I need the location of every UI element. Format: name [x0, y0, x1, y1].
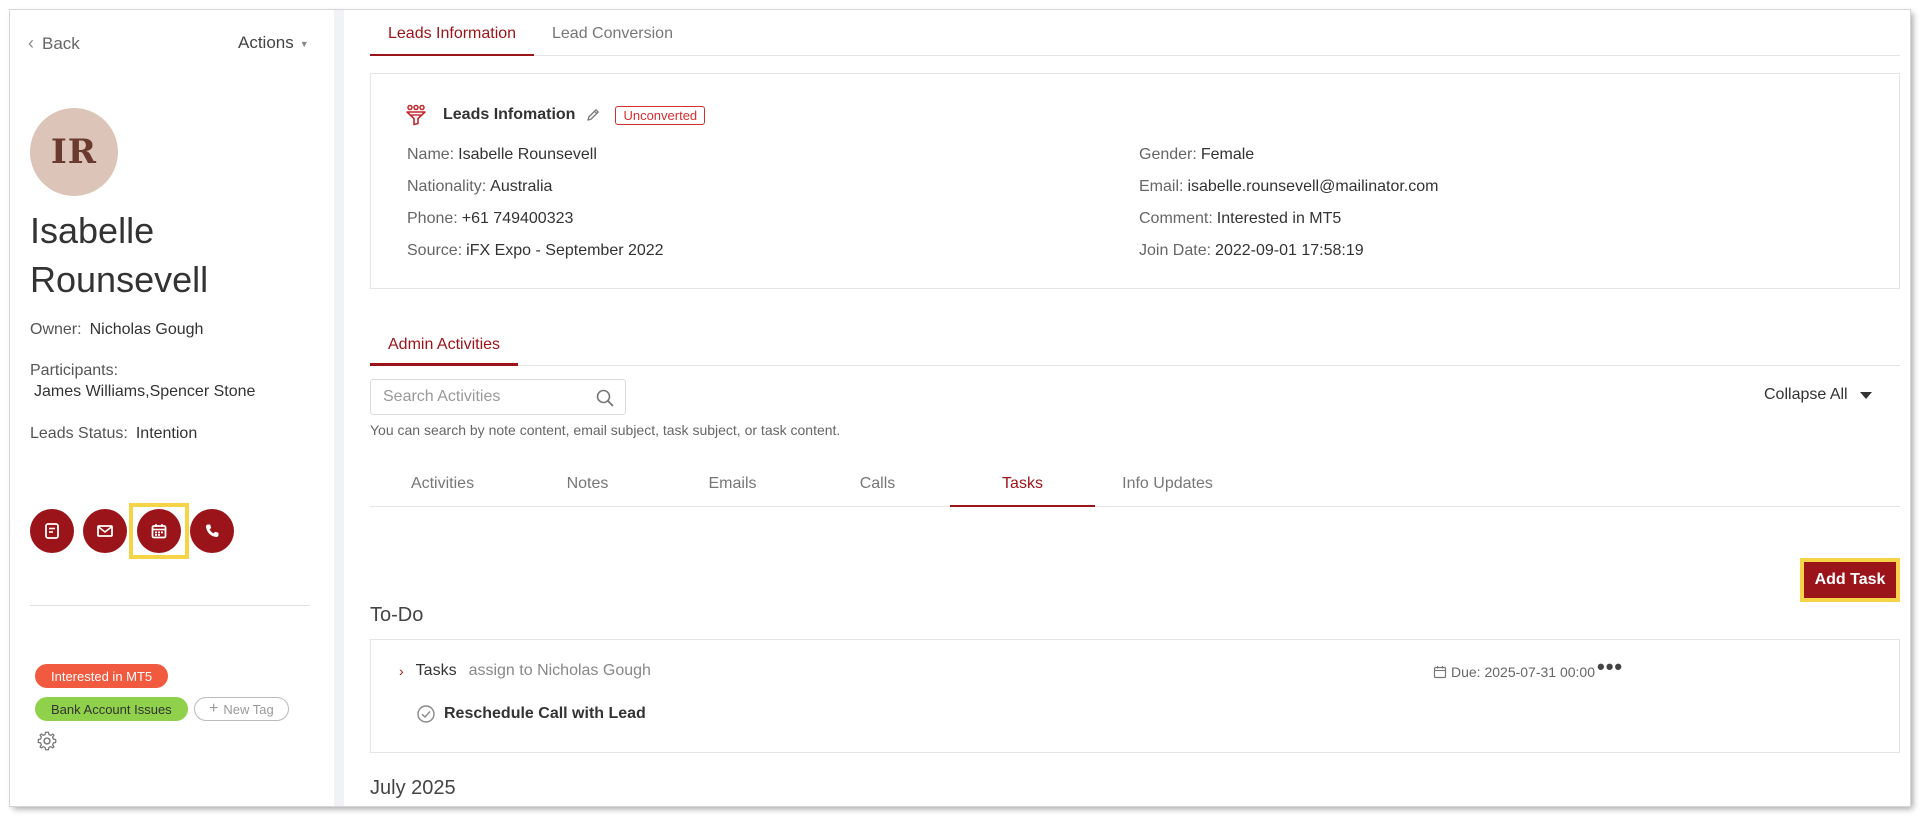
field-join-date-label: Join Date: [1139, 242, 1212, 259]
tab-leads-information[interactable]: Leads Information [370, 25, 535, 56]
check-circle-icon[interactable] [416, 704, 436, 724]
field-join-date-value: 2022-09-01 17:58:19 [1215, 242, 1364, 259]
plus-icon: + [209, 700, 219, 717]
task-due-text: Due: 2025-07-31 00:00 [1451, 664, 1595, 680]
field-join-date: Join Date: 2022-09-01 17:58:19 [1139, 242, 1364, 260]
actions-dropdown[interactable]: Actions ▼ [238, 33, 309, 53]
tab-tasks[interactable]: Tasks [950, 462, 1095, 507]
phone-icon [205, 524, 219, 538]
status-value: Intention [135, 425, 198, 442]
field-gender: Gender: Female [1139, 146, 1254, 164]
field-gender-value: Female [1200, 146, 1255, 163]
field-nationality-value: Australia [490, 178, 553, 195]
task-card: › Tasks assign to Nicholas Gough Due: 20… [370, 639, 1900, 753]
month-section-title: July 2025 [370, 777, 456, 799]
field-email-value: isabelle.rounsevell@mailinator.com [1187, 178, 1439, 195]
actions-label: Actions [238, 33, 294, 52]
top-tabbar: Leads Information Lead Conversion [370, 10, 1900, 56]
activity-tabbar: Activities Notes Emails Calls Tasks Info… [370, 462, 1900, 507]
field-phone: Phone: +61 749400323 [407, 210, 573, 228]
email-icon [97, 525, 113, 537]
task-header: › Tasks assign to Nicholas Gough [399, 662, 651, 680]
field-source-value: iFX Expo - September 2022 [466, 242, 664, 259]
search-input[interactable] [371, 388, 581, 406]
lead-funnel-icon [406, 104, 426, 126]
task-assignee: assign to Nicholas Gough [468, 662, 651, 679]
tab-info-updates[interactable]: Info Updates [1095, 462, 1240, 507]
add-task-highlight: Add Task [1800, 558, 1900, 602]
tab-lead-conversion[interactable]: Lead Conversion [534, 25, 691, 56]
collapse-all-label: Collapse All [1764, 386, 1848, 403]
field-gender-label: Gender: [1139, 146, 1197, 163]
search-icon[interactable] [595, 388, 615, 408]
field-phone-label: Phone: [407, 210, 458, 227]
chevron-left-icon: ‹ [28, 33, 34, 53]
field-source: Source: iFX Expo - September 2022 [407, 242, 664, 260]
more-options-button[interactable]: ••• [1597, 654, 1623, 680]
new-tag-button[interactable]: + New Tag [194, 697, 289, 721]
back-label: Back [42, 33, 80, 53]
field-nationality-label: Nationality: [407, 178, 487, 195]
field-phone-value: +61 749400323 [461, 210, 574, 227]
field-name-label: Name: [407, 146, 455, 163]
chevron-right-icon[interactable]: › [399, 663, 404, 679]
add-task-button[interactable]: Add Task [1804, 562, 1896, 598]
tab-calls[interactable]: Calls [805, 462, 950, 507]
gear-icon[interactable] [36, 730, 58, 752]
task-due: Due: 2025-07-31 00:00 [1433, 664, 1595, 680]
collapse-all-dropdown[interactable]: Collapse All [1764, 386, 1872, 404]
log-call-button[interactable] [190, 509, 234, 553]
search-hint: You can search by note content, email su… [370, 422, 841, 438]
field-name: Name: Isabelle Rounsevell [407, 146, 597, 164]
info-card-title: Leads Infomation [443, 106, 576, 123]
task-type: Tasks [415, 662, 457, 679]
field-nationality: Nationality: Australia [407, 178, 552, 196]
status-badge: Unconverted [615, 105, 706, 125]
field-comment-label: Comment: [1139, 210, 1213, 227]
new-tag-label: New Tag [223, 701, 274, 717]
owner-label: Owner: [30, 321, 82, 338]
caret-down-icon: ▼ [299, 39, 309, 49]
field-comment: Comment: Interested in MT5 [1139, 210, 1341, 228]
info-card-header: Leads Infomation Unconverted [405, 104, 706, 126]
tab-admin-activities[interactable]: Admin Activities [370, 328, 519, 366]
tab-notes[interactable]: Notes [515, 462, 660, 507]
tag-bank-account-issues[interactable]: Bank Account Issues [35, 697, 188, 721]
send-email-button[interactable] [83, 509, 127, 553]
participants-value: James Williams,Spencer Stone [34, 383, 256, 400]
lead-sidebar: ‹ Back Actions ▼ IR Isabelle Rounsevell … [10, 10, 334, 806]
admin-tabbar: Admin Activities [370, 328, 1900, 366]
task-title: Reschedule Call with Lead [444, 705, 646, 722]
leads-info-card: Leads Infomation Unconverted Name: Isabel… [370, 73, 1900, 289]
field-name-value: Isabelle Rounsevell [458, 146, 597, 163]
sidebar-divider [30, 605, 310, 606]
search-activities-box[interactable] [370, 379, 626, 415]
sidebar-separator [334, 10, 344, 806]
calendar-highlight [129, 503, 189, 559]
field-comment-value: Interested in MT5 [1216, 210, 1342, 227]
note-icon [45, 523, 59, 539]
back-link[interactable]: ‹ Back [28, 33, 80, 54]
app-window: ‹ Back Actions ▼ IR Isabelle Rounsevell … [10, 10, 1910, 806]
calendar-icon [1433, 666, 1447, 679]
owner-value: Nicholas Gough [89, 321, 204, 338]
avatar: IR [30, 108, 118, 196]
field-email-label: Email: [1139, 178, 1184, 195]
add-note-button[interactable] [30, 509, 74, 553]
caret-down-icon [1859, 391, 1872, 399]
tab-emails[interactable]: Emails [660, 462, 805, 507]
tag-interested-mt5[interactable]: Interested in MT5 [35, 664, 169, 688]
lead-name: Isabelle Rounsevell [30, 210, 209, 300]
status-row: Leads Status: Intention [30, 425, 197, 443]
status-label: Leads Status: [30, 425, 128, 442]
edit-icon[interactable] [585, 107, 601, 123]
main-content: Leads Information Lead Conversion Leads … [344, 10, 1910, 806]
todo-section-title: To-Do [370, 604, 424, 626]
tab-activities[interactable]: Activities [370, 462, 515, 507]
task-item: Reschedule Call with Lead [416, 704, 646, 724]
field-email: Email: isabelle.rounsevell@mailinator.com [1139, 178, 1438, 196]
participants-label: Participants: [30, 362, 119, 379]
field-source-label: Source: [407, 242, 463, 259]
owner-row: Owner: Nicholas Gough [30, 321, 203, 339]
